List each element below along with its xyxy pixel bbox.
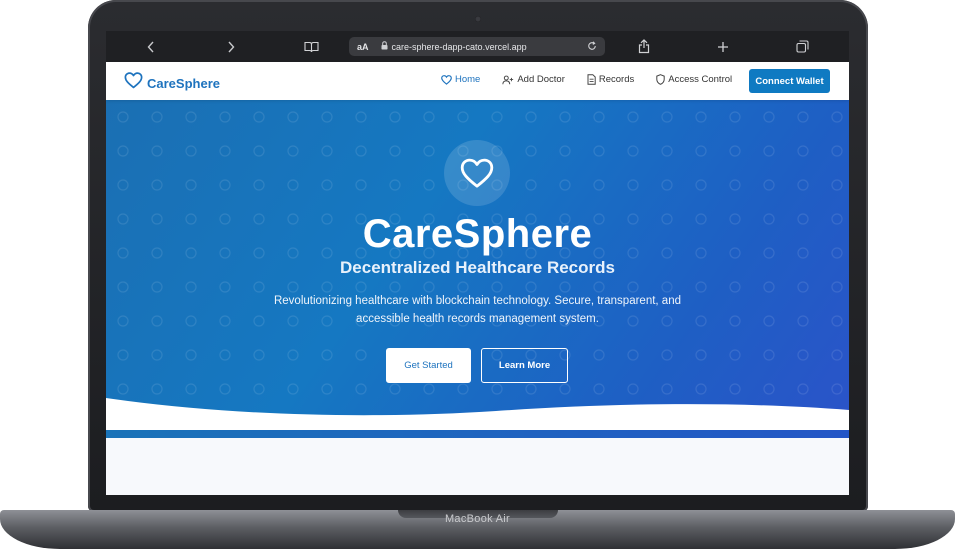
tabs-icon[interactable]: [794, 38, 810, 55]
device-label: MacBook Air: [444, 513, 511, 525]
camera: [475, 16, 481, 22]
heart-icon: [441, 74, 452, 85]
heart-icon: [460, 158, 494, 188]
share-icon[interactable]: [637, 38, 651, 55]
hero-bottom-band: [106, 430, 849, 438]
url-bar[interactable]: aA care-sphere-dapp-cato.vercel.app: [349, 37, 605, 56]
brand-logo[interactable]: CareSphere: [124, 72, 220, 94]
reader-text-size[interactable]: aA: [357, 42, 369, 52]
connect-wallet-button[interactable]: Connect Wallet: [749, 69, 830, 93]
browser-toolbar: aA care-sphere-dapp-cato.vercel.app: [106, 31, 849, 62]
nav-records-label: Records: [598, 74, 635, 85]
reload-icon[interactable]: [587, 40, 597, 53]
lock-icon: [381, 41, 388, 52]
hero-title: CareSphere: [362, 212, 593, 256]
site-nav: CareSphere Home Add Doctor Records Acces…: [106, 62, 849, 100]
nav-links: Home Add Doctor Records Access Control: [441, 74, 754, 85]
back-icon[interactable]: [144, 38, 158, 55]
hero-section: CareSphere Decentralized Healthcare Reco…: [106, 100, 849, 438]
nav-access-control-label: Access Control: [668, 74, 733, 85]
hero-icon-circle: [444, 140, 510, 206]
nav-home-label: Home: [455, 74, 481, 85]
plus-icon[interactable]: [716, 38, 730, 55]
nav-records[interactable]: Records: [587, 74, 634, 85]
book-icon[interactable]: [302, 38, 320, 55]
user-plus-icon: [502, 75, 514, 84]
nav-add-doctor[interactable]: Add Doctor: [502, 74, 565, 85]
forward-icon[interactable]: [224, 38, 238, 55]
heart-logo-icon: [124, 72, 143, 94]
brand-name: CareSphere: [147, 75, 220, 91]
nav-home[interactable]: Home: [441, 74, 480, 85]
get-started-button[interactable]: Get Started: [386, 348, 471, 383]
screen: aA care-sphere-dapp-cato.vercel.app Care…: [106, 31, 849, 495]
learn-more-button[interactable]: Learn More: [481, 348, 568, 383]
hero-description: Revolutionizing healthcare with blockcha…: [273, 295, 681, 325]
hero-subtitle: Decentralized Healthcare Records: [340, 258, 615, 277]
nav-add-doctor-label: Add Doctor: [517, 74, 565, 85]
nav-access-control[interactable]: Access Control: [656, 74, 732, 85]
shield-icon: [656, 74, 665, 85]
document-icon: [587, 74, 596, 85]
url-text: care-sphere-dapp-cato.vercel.app: [391, 41, 527, 52]
